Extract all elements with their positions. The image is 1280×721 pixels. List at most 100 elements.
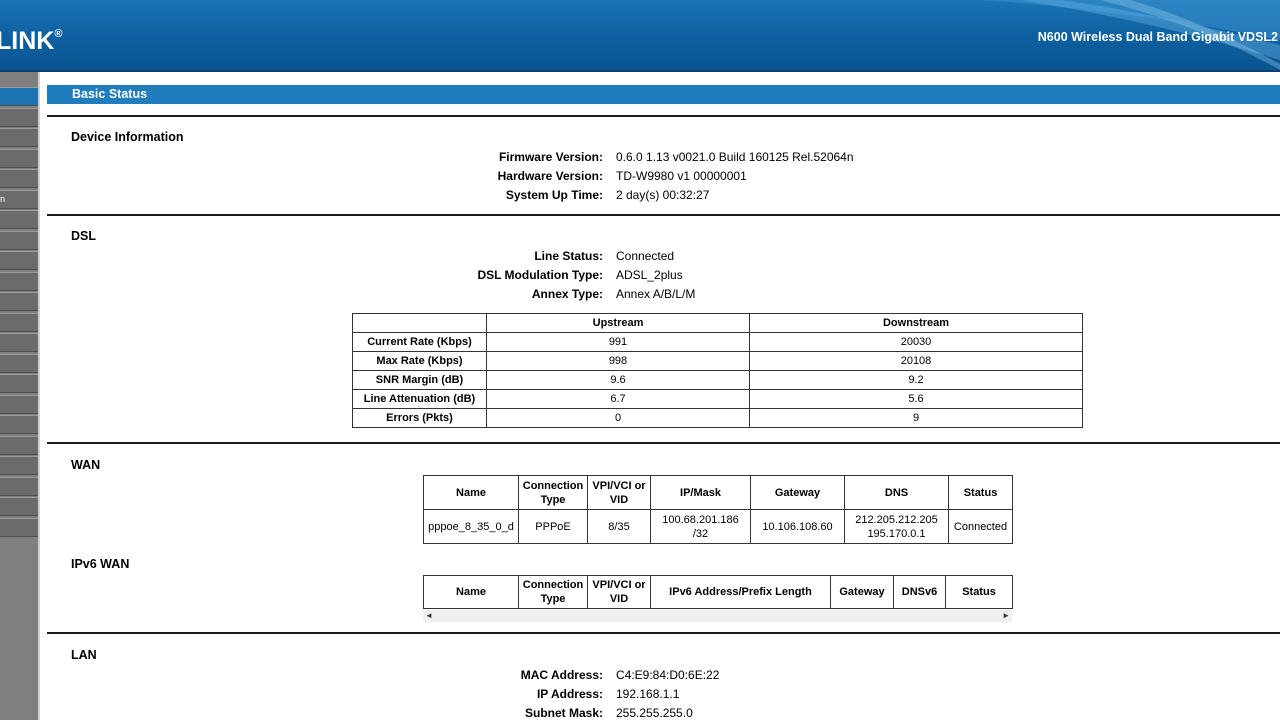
ip-mask-suffix: /32 xyxy=(692,527,709,540)
connection-status: Connected xyxy=(948,509,1013,544)
row-label: SNR Margin (dB) xyxy=(352,370,487,390)
table-row: pppoe_8_35_0_d PPPoE 8/35 100.68.201.186… xyxy=(423,509,1013,544)
ip-mask: 100.68.201.186/32 xyxy=(650,509,751,544)
section-divider xyxy=(47,442,1280,444)
table-header-row: Name Connection Type VPI/VCI or VID IP/M… xyxy=(423,475,1013,510)
table-cell: 5.6 xyxy=(749,389,1083,409)
sidebar-item[interactable] xyxy=(0,415,38,434)
sidebar-item[interactable] xyxy=(0,456,38,475)
registered-mark: ® xyxy=(54,27,63,40)
table-cell: 991 xyxy=(486,332,750,352)
vpi-vci: 8/35 xyxy=(587,509,651,544)
row-label: Line Attenuation (dB) xyxy=(352,389,487,409)
dsl-modulation-row: DSL Modulation Type: ADSL_2plus xyxy=(0,267,1280,283)
table-header-cell: Name xyxy=(423,575,519,609)
row-label: Max Rate (Kbps) xyxy=(352,351,487,371)
field-value: 192.168.1.1 xyxy=(616,687,680,701)
connection-type: PPPoE xyxy=(518,509,588,544)
field-value: 255.255.255.0 xyxy=(616,706,693,720)
field-label: IP Address: xyxy=(536,687,603,701)
lan-title: LAN xyxy=(71,648,97,662)
dns: 212.205.212.205 195.170.0.1 xyxy=(844,509,949,544)
table-cell: 9 xyxy=(749,408,1083,428)
ipv6-table-scrollbar[interactable]: ◄ ► xyxy=(423,610,1012,622)
firmware-version-row: Firmware Version: 0.6.0 1.13 v0021.0 Bui… xyxy=(0,149,1280,165)
scroll-right-icon[interactable]: ► xyxy=(1002,610,1010,622)
sidebar-item[interactable] xyxy=(0,436,38,455)
field-value: Connected xyxy=(616,249,675,263)
gateway: 10.106.108.60 xyxy=(750,509,845,544)
sidebar-item[interactable] xyxy=(0,518,38,537)
table-header-cell: VPI/VCI or VID xyxy=(587,475,651,510)
field-label: MAC Address: xyxy=(520,668,603,682)
table-header-cell: Name xyxy=(423,475,519,510)
sidebar-item[interactable] xyxy=(0,477,38,496)
table-cell: 998 xyxy=(486,351,750,371)
section-divider xyxy=(47,632,1280,634)
ipv6-wan-title: IPv6 WAN xyxy=(71,557,130,571)
dns-secondary: 195.170.0.1 xyxy=(867,527,926,540)
wan-title: WAN xyxy=(71,458,101,472)
table-cell: 0 xyxy=(486,408,750,428)
line-status-row: Line Status: Connected xyxy=(0,248,1280,264)
sidebar-item[interactable] xyxy=(0,128,38,147)
table-cell: 20108 xyxy=(749,351,1083,371)
wan-table: Name Connection Type VPI/VCI or VID IP/M… xyxy=(423,475,1013,544)
table-header-cell: Connection Type xyxy=(518,475,588,510)
table-header-cell: Gateway xyxy=(750,475,845,510)
sidebar-item[interactable] xyxy=(0,497,38,516)
table-header-cell: IP/Mask xyxy=(650,475,751,510)
sidebar-item[interactable] xyxy=(0,395,38,414)
field-value: 2 day(s) 00:32:27 xyxy=(616,188,710,202)
field-label: Annex Type: xyxy=(531,287,603,301)
ipv6-wan-table: Name Connection Type VPI/VCI or VID IPv6… xyxy=(423,575,1013,609)
field-value: TD-W9980 v1 00000001 xyxy=(616,169,747,183)
field-label: System Up Time: xyxy=(505,188,603,202)
field-value: ADSL_2plus xyxy=(616,268,683,282)
brand-logo-text: LINK xyxy=(0,27,55,55)
sidebar-item[interactable] xyxy=(0,313,38,332)
dns-primary: 212.205.212.205 xyxy=(855,513,938,526)
page-title-bar: Basic Status xyxy=(47,85,1280,104)
table-header-cell: Status xyxy=(948,475,1013,510)
sidebar-item[interactable] xyxy=(0,374,38,393)
field-label: DSL Modulation Type: xyxy=(477,268,603,282)
table-row: SNR Margin (dB) 9.6 9.2 xyxy=(352,370,1083,390)
field-label: Subnet Mask: xyxy=(524,706,603,720)
section-divider xyxy=(47,214,1280,216)
sidebar-item-status[interactable] xyxy=(0,87,38,106)
table-header-cell: IPv6 Address/Prefix Length xyxy=(650,575,831,609)
ip-address: 100.68.201.186 xyxy=(662,513,739,526)
table-header-row: Name Connection Type VPI/VCI or VID IPv6… xyxy=(423,575,1013,609)
brand-logo[interactable]: LINK® xyxy=(0,27,62,56)
dsl-stats-table: Upstream Downstream Current Rate (Kbps) … xyxy=(352,313,1083,428)
table-cell: 6.7 xyxy=(486,389,750,409)
field-label: Hardware Version: xyxy=(497,169,603,183)
table-header-cell: Status xyxy=(945,575,1013,609)
header-divider xyxy=(0,70,1280,72)
subnet-mask-row: Subnet Mask: 255.255.255.0 xyxy=(0,705,1280,721)
table-row: Max Rate (Kbps) 998 20108 xyxy=(352,351,1083,371)
field-label: Firmware Version: xyxy=(498,150,603,164)
table-header-cell: Upstream xyxy=(486,313,750,333)
table-header-cell: DNS xyxy=(844,475,949,510)
sidebar-item[interactable] xyxy=(0,354,38,373)
sidebar-item[interactable] xyxy=(0,333,38,352)
field-value: 0.6.0 1.13 v0021.0 Build 160125 Rel.5206… xyxy=(616,150,854,164)
sidebar-item[interactable] xyxy=(0,210,38,229)
mac-address-row: MAC Address: C4:E9:84:D0:6E:22 xyxy=(0,667,1280,683)
field-value: Annex A/B/L/M xyxy=(616,287,696,301)
table-header-cell: Downstream xyxy=(749,313,1083,333)
table-row: Line Attenuation (dB) 6.7 5.6 xyxy=(352,389,1083,409)
table-header-cell: VPI/VCI or VID xyxy=(587,575,651,609)
sidebar-item[interactable] xyxy=(0,108,38,127)
system-uptime-row: System Up Time: 2 day(s) 00:32:27 xyxy=(0,187,1280,203)
field-label: Line Status: xyxy=(534,249,603,263)
field-value: C4:E9:84:D0:6E:22 xyxy=(616,668,720,682)
table-header-row: Upstream Downstream xyxy=(352,313,1083,333)
ip-address-row: IP Address: 192.168.1.1 xyxy=(0,686,1280,702)
page-title: Basic Status xyxy=(72,87,148,101)
row-label: Errors (Pkts) xyxy=(352,408,487,428)
table-header-cell xyxy=(352,313,487,333)
scroll-left-icon[interactable]: ◄ xyxy=(425,610,433,622)
